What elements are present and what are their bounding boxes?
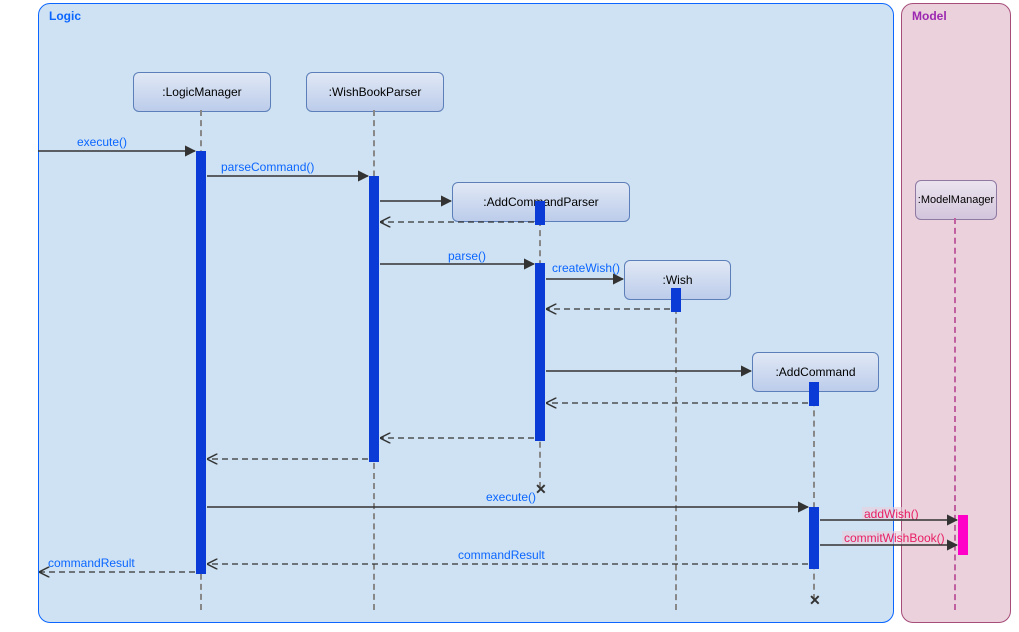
lifeline-label: :AddCommand	[775, 365, 855, 379]
msg-execute: execute()	[75, 135, 129, 149]
activation-bar	[958, 515, 968, 555]
frame-model-title: Model	[912, 9, 947, 23]
frame-logic-title: Logic	[49, 9, 81, 23]
msg-commitwishbook: commitWishBook()	[842, 531, 947, 545]
destroy-icon: ✕	[809, 592, 821, 609]
lifeline-line	[675, 298, 677, 610]
activation-bar	[196, 151, 206, 574]
destroy-icon: ✕	[535, 481, 547, 498]
activation-bar	[671, 288, 681, 312]
msg-addwish: addWish()	[862, 507, 921, 521]
activation-bar	[535, 201, 545, 225]
lifeline-wishbookparser: :WishBookParser	[306, 72, 444, 112]
lifeline-label: :WishBookParser	[329, 85, 422, 99]
msg-parsecommand: parseCommand()	[219, 160, 316, 174]
lifeline-logicmanager: :LogicManager	[133, 72, 271, 112]
activation-bar	[535, 263, 545, 441]
msg-commandresult2: commandResult	[46, 556, 137, 570]
lifeline-label: :Wish	[663, 273, 693, 287]
activation-bar	[809, 382, 819, 406]
lifeline-modelmanager: :ModelManager	[915, 180, 997, 220]
msg-parse: parse()	[446, 249, 488, 263]
msg-createwish: createWish()	[550, 261, 622, 275]
diagram-canvas: Logic Model :LogicManager :WishBookParse…	[0, 0, 1019, 632]
lifeline-label: :ModelManager	[918, 194, 994, 206]
frame-model: Model	[901, 3, 1011, 623]
lifeline-line	[954, 218, 956, 610]
activation-bar	[369, 176, 379, 462]
activation-bar	[809, 507, 819, 569]
msg-commandresult: commandResult	[456, 548, 547, 562]
lifeline-label: :LogicManager	[162, 85, 241, 99]
msg-execute2: execute()	[484, 490, 538, 504]
